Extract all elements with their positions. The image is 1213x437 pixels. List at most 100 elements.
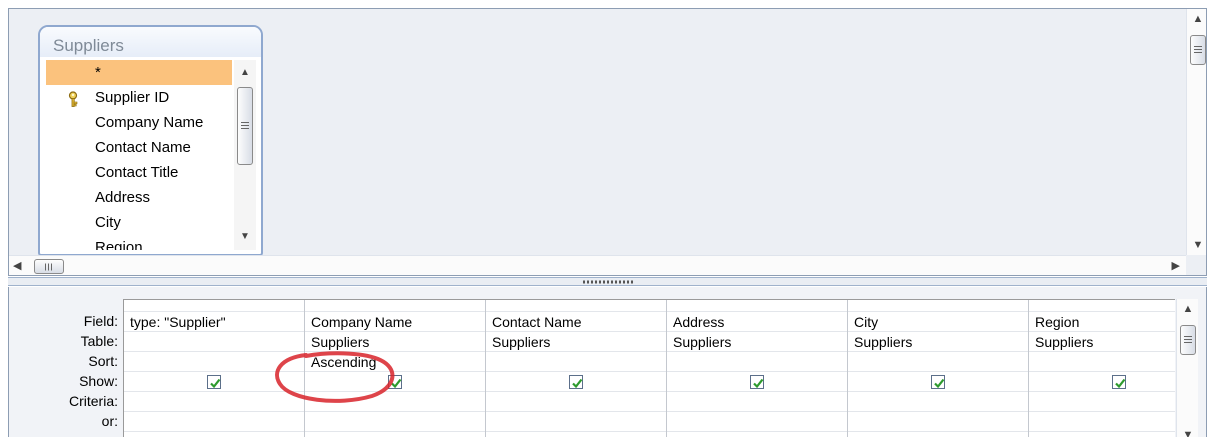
grip-icon xyxy=(1194,46,1202,54)
field-label: Contact Name xyxy=(95,139,191,156)
scroll-down-arrow-icon[interactable]: ▼ xyxy=(234,228,256,246)
show-cell xyxy=(486,372,666,392)
highlight-circle-annotation xyxy=(275,351,395,403)
checkmark-icon xyxy=(1115,378,1126,389)
scroll-up-arrow-icon[interactable]: ▲ xyxy=(1177,303,1199,315)
show-checkbox[interactable] xyxy=(207,375,221,389)
field-cell[interactable]: type: "Supplier" xyxy=(124,312,304,332)
grid-column[interactable]: Address Suppliers xyxy=(667,300,848,437)
field-label: Supplier ID xyxy=(95,89,170,106)
checkmark-icon xyxy=(572,378,583,389)
row-label-or: or: xyxy=(101,413,118,429)
grid-column[interactable]: Region Suppliers xyxy=(1029,300,1175,437)
field-list-item-supplier-id[interactable]: Supplier ID xyxy=(46,85,232,110)
sort-cell[interactable] xyxy=(1029,352,1175,372)
field-list-item-all[interactable]: * xyxy=(46,60,232,85)
query-design-window: Suppliers * Supplier ID Company Name Con… xyxy=(0,0,1213,437)
criteria-cell[interactable] xyxy=(667,392,847,412)
field-label: * xyxy=(95,64,101,81)
column-selector[interactable] xyxy=(1029,300,1175,312)
table-cell[interactable]: Suppliers xyxy=(305,332,485,352)
scroll-thumb[interactable] xyxy=(1180,325,1196,355)
show-cell xyxy=(667,372,847,392)
table-title[interactable]: Suppliers xyxy=(40,27,261,57)
table-cell[interactable]: Suppliers xyxy=(1029,332,1175,352)
or-cell[interactable] xyxy=(667,412,847,432)
sort-cell[interactable] xyxy=(486,352,666,372)
grid-column[interactable]: City Suppliers xyxy=(848,300,1029,437)
scroll-up-arrow-icon[interactable]: ▲ xyxy=(1187,13,1206,25)
pane-splitter[interactable] xyxy=(8,277,1207,286)
table-cell[interactable] xyxy=(124,332,304,352)
field-list-item-address[interactable]: Address xyxy=(46,185,232,210)
key-icon xyxy=(68,90,82,107)
row-label-criteria: Criteria: xyxy=(68,393,118,409)
field-label: City xyxy=(95,214,121,231)
grid-vertical-scrollbar[interactable]: ▲ ▼ xyxy=(1176,299,1198,437)
scroll-down-arrow-icon[interactable]: ▼ xyxy=(1187,239,1206,251)
or-cell[interactable] xyxy=(1029,412,1175,432)
field-list-item-city[interactable]: City xyxy=(46,210,232,235)
field-cell[interactable]: City xyxy=(848,312,1028,332)
scroll-left-arrow-icon[interactable]: ◀ xyxy=(13,259,21,272)
criteria-cell[interactable] xyxy=(848,392,1028,412)
column-selector[interactable] xyxy=(305,300,485,312)
sort-cell[interactable] xyxy=(848,352,1028,372)
show-checkbox[interactable] xyxy=(1112,375,1126,389)
field-label: Address xyxy=(95,189,151,206)
scroll-right-arrow-icon[interactable]: ▶ xyxy=(1172,259,1180,272)
or-cell[interactable] xyxy=(305,412,485,432)
grid-column[interactable]: Contact Name Suppliers xyxy=(486,300,667,437)
field-list-scrollbar[interactable]: ▲ ▼ xyxy=(234,60,256,250)
or-cell[interactable] xyxy=(124,412,304,432)
field-cell[interactable]: Company Name xyxy=(305,312,485,332)
scroll-up-arrow-icon[interactable]: ▲ xyxy=(234,64,256,82)
grip-icon xyxy=(45,263,53,270)
splitter-grip-icon xyxy=(582,280,633,283)
query-grid-pane: Field: Table: Sort: Show: Criteria: or: … xyxy=(8,287,1207,437)
field-list-item-contact-title[interactable]: Contact Title xyxy=(46,160,232,185)
table-cell[interactable]: Suppliers xyxy=(486,332,666,352)
show-checkbox[interactable] xyxy=(750,375,764,389)
or-cell[interactable] xyxy=(848,412,1028,432)
field-cell[interactable]: Contact Name xyxy=(486,312,666,332)
field-list-item-contact-name[interactable]: Contact Name xyxy=(46,135,232,160)
suppliers-table-box[interactable]: Suppliers * Supplier ID Company Name Con… xyxy=(38,25,263,256)
or-cell[interactable] xyxy=(486,412,666,432)
field-label: Contact Title xyxy=(95,164,179,181)
field-list[interactable]: * Supplier ID Company Name Contact Name … xyxy=(46,60,232,250)
row-label-table: Table: xyxy=(80,333,118,349)
scroll-down-arrow-icon[interactable]: ▼ xyxy=(1177,429,1199,437)
scroll-thumb[interactable] xyxy=(1190,35,1206,65)
show-checkbox[interactable] xyxy=(931,375,945,389)
field-cell[interactable]: Region xyxy=(1029,312,1175,332)
column-selector[interactable] xyxy=(667,300,847,312)
design-pane-vertical-scrollbar[interactable]: ▲ ▼ xyxy=(1186,9,1206,255)
table-cell[interactable]: Suppliers xyxy=(848,332,1028,352)
row-label-sort: Sort: xyxy=(88,353,118,369)
criteria-cell[interactable] xyxy=(1029,392,1175,412)
scroll-thumb[interactable] xyxy=(237,87,253,165)
field-list-item-region[interactable]: Region xyxy=(46,235,232,250)
field-label: Region xyxy=(95,239,143,250)
row-label-show: Show: xyxy=(79,373,118,389)
scroll-thumb[interactable] xyxy=(34,259,64,274)
row-labels: Field: Table: Sort: Show: Criteria: or: xyxy=(9,311,122,431)
column-selector[interactable] xyxy=(124,300,304,312)
field-cell[interactable]: Address xyxy=(667,312,847,332)
show-checkbox[interactable] xyxy=(569,375,583,389)
criteria-cell[interactable] xyxy=(486,392,666,412)
checkmark-icon xyxy=(753,378,764,389)
show-cell xyxy=(1029,372,1175,392)
row-label-field: Field: xyxy=(83,313,118,329)
column-selector[interactable] xyxy=(848,300,1028,312)
checkmark-icon xyxy=(210,378,221,389)
sort-cell[interactable] xyxy=(667,352,847,372)
field-label: Company Name xyxy=(95,114,204,131)
query-design-pane[interactable]: Suppliers * Supplier ID Company Name Con… xyxy=(8,8,1207,276)
grip-icon xyxy=(241,122,249,130)
field-list-item-company-name[interactable]: Company Name xyxy=(46,110,232,135)
design-pane-horizontal-scrollbar[interactable]: ◀ ▶ xyxy=(9,255,1186,275)
column-selector[interactable] xyxy=(486,300,666,312)
table-cell[interactable]: Suppliers xyxy=(667,332,847,352)
